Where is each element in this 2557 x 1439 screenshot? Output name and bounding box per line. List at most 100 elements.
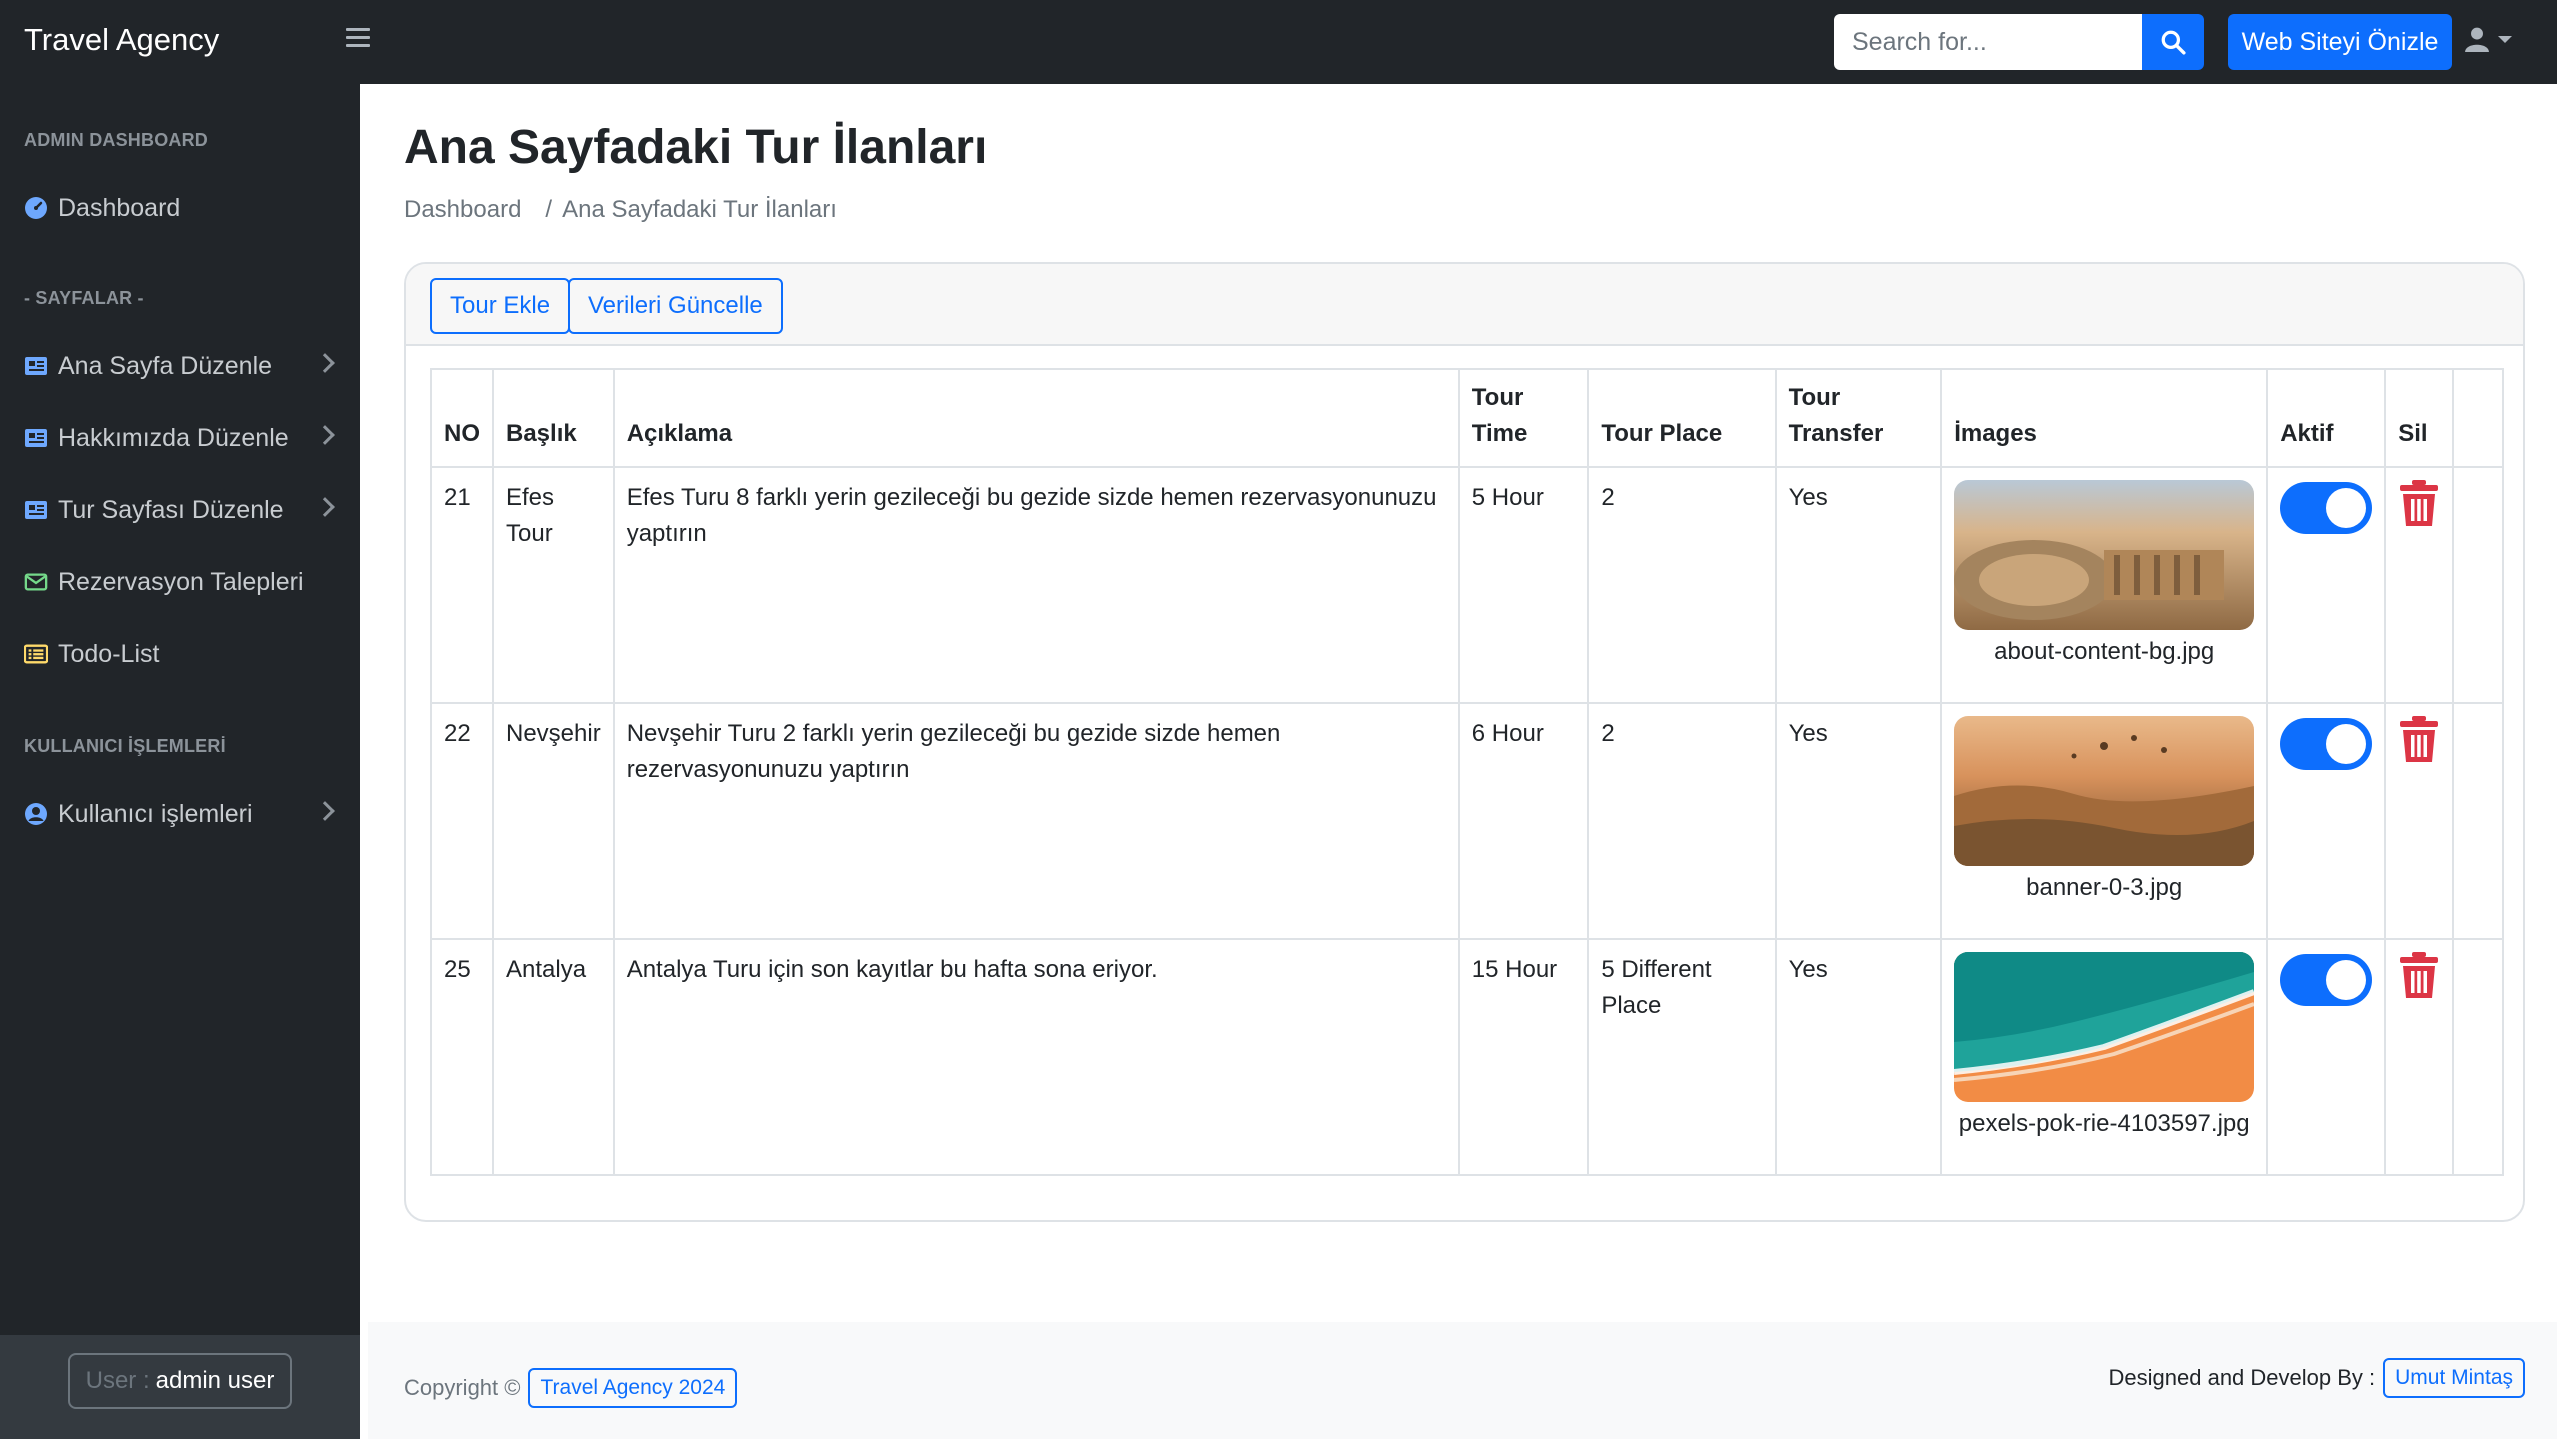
sidebar-heading-admin: ADMIN DASHBOARD — [24, 130, 208, 150]
cell-extra — [2452, 466, 2504, 704]
cell-description: Nevşehir Turu 2 farklı yerin gezileceği … — [612, 702, 1460, 940]
cell-delete — [2384, 466, 2455, 704]
chevron-right-icon — [315, 801, 335, 821]
col-header-time-line2: Time — [1471, 420, 1528, 447]
user-badge: User : admin user — [68, 1353, 292, 1409]
col-header-active: Aktif — [2266, 368, 2387, 468]
col-header-extra — [2452, 368, 2504, 468]
sidebar-heading-pages: - SAYFALAR - — [24, 288, 144, 308]
sidebar-item-label: Ana Sayfa Düzenle — [58, 351, 273, 380]
cell-delete — [2384, 702, 2455, 940]
menu-toggle-icon[interactable] — [346, 28, 370, 52]
sidebar-item-tour-edit[interactable]: Tur Sayfası Düzenle — [0, 480, 360, 540]
add-tour-button[interactable]: Tour Ekle — [430, 278, 571, 334]
active-toggle[interactable] — [2280, 954, 2373, 1006]
col-header-no: NO — [430, 368, 494, 468]
cell-title: Efes Tour — [492, 466, 615, 704]
update-data-button[interactable]: Verileri Güncelle — [568, 278, 783, 334]
breadcrumb-current: Ana Sayfadaki Tur İlanları — [562, 196, 837, 223]
sidebar-item-label: Kullanıcı işlemleri — [58, 799, 253, 828]
sidebar-item-dashboard[interactable]: Dashboard — [0, 178, 360, 238]
trash-icon — [2400, 716, 2439, 762]
cell-description: Efes Turu 8 farklı yerin gezileceği bu g… — [612, 466, 1460, 704]
newspaper-icon — [24, 354, 48, 378]
cell-time: 15 Hour — [1457, 938, 1590, 1176]
search-group — [1834, 14, 2204, 70]
delete-button[interactable] — [2398, 480, 2440, 539]
tours-table: NO Başlık Açıklama Tour Time Tour Place T… — [430, 368, 2504, 1176]
col-header-delete: Sil — [2384, 368, 2455, 468]
col-header-title: Başlık — [492, 368, 615, 468]
delete-button[interactable] — [2398, 716, 2440, 775]
col-header-description: Açıklama — [612, 368, 1460, 468]
sidebar-item-about-edit[interactable]: Hakkımızda Düzenle — [0, 408, 360, 468]
col-header-place: Tour Place — [1587, 368, 1777, 468]
delete-button[interactable] — [2398, 952, 2440, 1011]
table-row: 21 Efes Tour Efes Turu 8 farklı yerin ge… — [430, 466, 2504, 704]
chevron-right-icon — [315, 353, 335, 373]
image-filename: pexels-pok-rie-4103597.jpg — [1958, 1110, 2250, 1137]
cell-place: 2 — [1587, 466, 1777, 704]
cell-active — [2266, 938, 2387, 1176]
sidebar-item-label: Rezervasyon Talepleri — [58, 567, 304, 596]
table-row: 25 Antalya Antalya Turu için son kayıtla… — [430, 938, 2504, 1176]
cell-image: pexels-pok-rie-4103597.jpg — [1940, 938, 2269, 1176]
envelope-icon — [24, 570, 48, 594]
chevron-right-icon — [315, 497, 335, 517]
designed-by-text: Designed and Develop By : — [2108, 1365, 2376, 1390]
cell-title: Nevşehir — [492, 702, 615, 940]
table-row: 22 Nevşehir Nevşehir Turu 2 farklı yerin… — [430, 702, 2504, 940]
preview-site-button[interactable]: Web Siteyi Önizle — [2228, 14, 2452, 70]
brand-title[interactable]: Travel Agency — [24, 22, 219, 58]
cell-place: 2 — [1587, 702, 1777, 940]
cell-description: Antalya Turu için son kayıtlar bu hafta … — [612, 938, 1460, 1176]
cell-image: about-content-bg.jpg — [1940, 466, 2269, 704]
user-circle-icon — [24, 802, 48, 826]
tour-thumbnail — [1954, 952, 2255, 1102]
sidebar-item-label: Tur Sayfası Düzenle — [58, 495, 284, 524]
col-header-time: Tour Time — [1457, 368, 1590, 468]
sidebar-item-label: Todo-List — [58, 639, 160, 668]
sidebar-item-label: Dashboard — [58, 193, 181, 222]
cell-place: 5 Different Place — [1587, 938, 1777, 1176]
tour-thumbnail — [1954, 716, 2255, 866]
copyright-link[interactable]: Travel Agency 2024 — [528, 1368, 738, 1408]
breadcrumb-home[interactable]: Dashboard — [404, 196, 521, 224]
cell-time: 6 Hour — [1457, 702, 1590, 940]
user-menu[interactable] — [2464, 26, 2512, 52]
cell-no: 25 — [430, 938, 494, 1176]
sidebar: ADMIN DASHBOARD Dashboard - SAYFALAR - A… — [0, 84, 360, 1439]
cell-time: 5 Hour — [1457, 466, 1590, 704]
newspaper-icon — [24, 426, 48, 450]
cell-transfer: Yes — [1774, 938, 1943, 1176]
cell-extra — [2452, 938, 2504, 1176]
table-header-row: NO Başlık Açıklama Tour Time Tour Place T… — [430, 368, 2504, 468]
tours-card: Tour Ekle Verileri Güncelle NO Başlık Aç… — [404, 262, 2525, 1222]
search-input[interactable] — [1834, 14, 2142, 70]
sidebar-item-home-edit[interactable]: Ana Sayfa Düzenle — [0, 336, 360, 396]
designer-link[interactable]: Umut Mintaş — [2383, 1358, 2525, 1398]
trash-icon — [2400, 480, 2439, 526]
sidebar-item-reservations[interactable]: Rezervasyon Talepleri — [0, 552, 360, 612]
top-navbar: Travel Agency Web Siteyi Önizle — [0, 0, 2557, 84]
col-header-transfer-line2: Transfer — [1788, 420, 1884, 447]
active-toggle[interactable] — [2280, 718, 2373, 770]
sidebar-item-todo[interactable]: Todo-List — [0, 624, 360, 684]
sidebar-heading-users: KULLANICI İŞLEMLERİ — [24, 736, 226, 756]
cell-title: Antalya — [492, 938, 615, 1176]
page-title: Ana Sayfadaki Tur İlanları — [404, 121, 988, 174]
gauge-icon — [24, 196, 48, 220]
breadcrumb-separator: / — [545, 196, 553, 223]
cell-no: 22 — [430, 702, 494, 940]
cell-no: 21 — [430, 466, 494, 704]
designed-by: Designed and Develop By : Umut Mintaş — [2109, 1358, 2525, 1398]
search-button[interactable] — [2142, 14, 2204, 70]
active-toggle[interactable] — [2280, 482, 2373, 534]
image-filename: banner-0-3.jpg — [2026, 874, 2183, 901]
col-header-time-line1: Tour — [1471, 384, 1524, 411]
user-icon — [2465, 27, 2489, 52]
cell-delete — [2384, 938, 2455, 1176]
card-header: Tour Ekle Verileri Güncelle — [406, 264, 2523, 346]
sidebar-item-user-ops[interactable]: Kullanıcı işlemleri — [0, 784, 360, 844]
col-header-transfer-line1: Tour — [1788, 384, 1841, 411]
